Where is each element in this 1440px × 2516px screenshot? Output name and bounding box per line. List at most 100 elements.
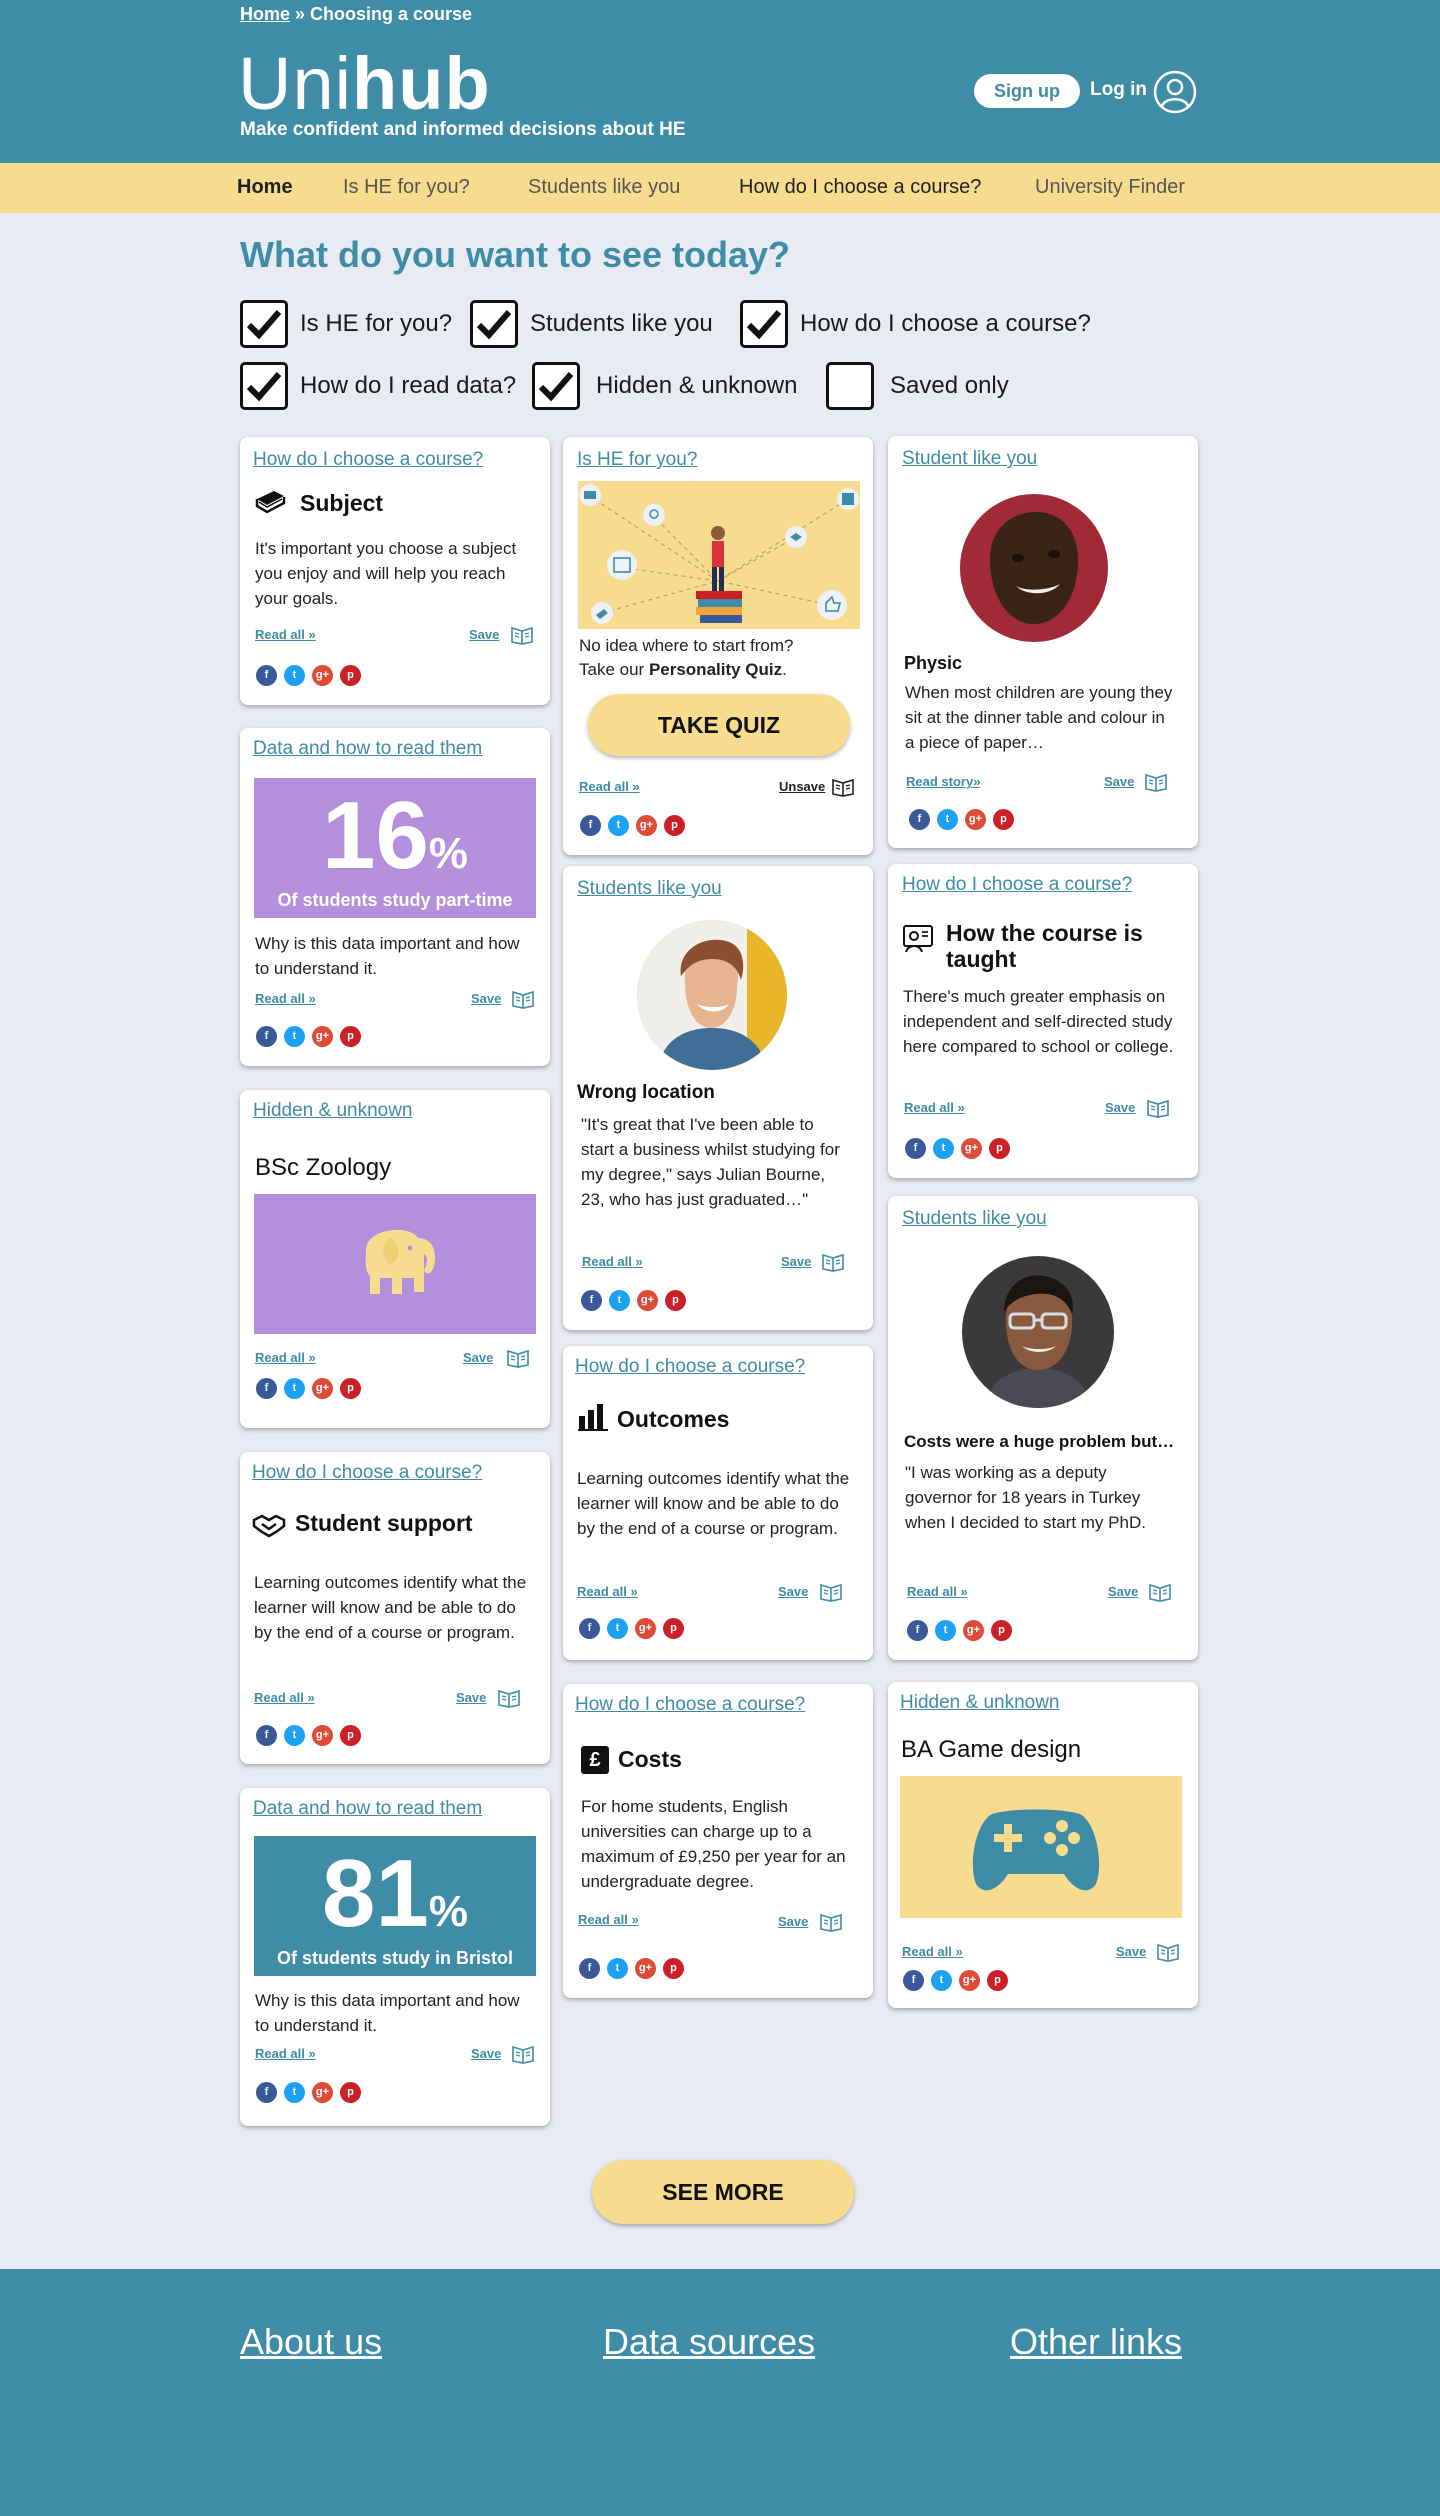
open-book-icon[interactable] <box>1148 1582 1172 1602</box>
twitter-icon[interactable]: t <box>607 1958 628 1979</box>
google-plus-icon[interactable]: g+ <box>312 1378 333 1399</box>
pinterest-icon[interactable]: p <box>665 1290 686 1311</box>
pinterest-icon[interactable]: p <box>340 1378 361 1399</box>
open-book-icon[interactable] <box>511 989 535 1009</box>
save-link[interactable]: Save <box>469 627 499 642</box>
read-all-link[interactable]: Read all » <box>907 1584 968 1599</box>
save-link[interactable]: Save <box>1116 1944 1146 1959</box>
pinterest-icon[interactable]: p <box>991 1620 1012 1641</box>
pinterest-icon[interactable]: p <box>664 815 685 836</box>
read-all-link[interactable]: Read all » <box>577 1584 638 1599</box>
checkbox[interactable] <box>240 362 288 410</box>
card-category-link[interactable]: How do I choose a course? <box>575 1694 805 1716</box>
footer-data-sources-link[interactable]: Data sources <box>603 2321 815 2363</box>
card-category-link[interactable]: Student like you <box>902 448 1037 470</box>
filter-hidden-unknown[interactable]: Hidden & unknown <box>532 362 797 410</box>
card-category-link[interactable]: Data and how to read them <box>253 1798 482 1820</box>
google-plus-icon[interactable]: g+ <box>312 1026 333 1047</box>
open-book-icon[interactable] <box>497 1688 521 1708</box>
facebook-icon[interactable]: f <box>256 1378 277 1399</box>
open-book-icon[interactable] <box>1144 772 1168 792</box>
twitter-icon[interactable]: t <box>284 1725 305 1746</box>
pinterest-icon[interactable]: p <box>989 1138 1010 1159</box>
google-plus-icon[interactable]: g+ <box>635 1958 656 1979</box>
twitter-icon[interactable]: t <box>284 665 305 686</box>
pinterest-icon[interactable]: p <box>987 1970 1008 1991</box>
open-book-icon[interactable] <box>1156 1942 1180 1962</box>
read-all-link[interactable]: Read all » <box>254 1690 315 1705</box>
card-category-link[interactable]: Is HE for you? <box>577 449 697 471</box>
twitter-icon[interactable]: t <box>608 815 629 836</box>
twitter-icon[interactable]: t <box>933 1138 954 1159</box>
save-link[interactable]: Save <box>471 2046 501 2061</box>
user-account-icon[interactable] <box>1153 70 1197 114</box>
card-category-link[interactable]: Hidden & unknown <box>253 1100 413 1122</box>
card-category-link[interactable]: How do I choose a course? <box>252 1462 482 1484</box>
card-category-link[interactable]: Hidden & unknown <box>900 1692 1060 1714</box>
twitter-icon[interactable]: t <box>935 1620 956 1641</box>
read-all-link[interactable]: Read all » <box>579 779 640 794</box>
filter-saved-only[interactable]: Saved only <box>826 362 1009 410</box>
breadcrumb-home-link[interactable]: Home <box>240 4 290 24</box>
google-plus-icon[interactable]: g+ <box>637 1290 658 1311</box>
read-all-link[interactable]: Read all » <box>904 1100 965 1115</box>
twitter-icon[interactable]: t <box>937 809 958 830</box>
filter-how-choose-course[interactable]: How do I choose a course? <box>740 300 1091 348</box>
sign-up-button[interactable]: Sign up <box>974 74 1080 108</box>
twitter-icon[interactable]: t <box>284 1026 305 1047</box>
pinterest-icon[interactable]: p <box>663 1958 684 1979</box>
google-plus-icon[interactable]: g+ <box>312 665 333 686</box>
open-book-icon[interactable] <box>506 1348 530 1368</box>
card-category-link[interactable]: How do I choose a course? <box>902 874 1132 896</box>
read-all-link[interactable]: Read all » <box>255 1350 316 1365</box>
twitter-icon[interactable]: t <box>607 1618 628 1639</box>
google-plus-icon[interactable]: g+ <box>965 809 986 830</box>
pinterest-icon[interactable]: p <box>340 2082 361 2103</box>
save-link[interactable]: Save <box>463 1350 493 1365</box>
open-book-icon[interactable] <box>821 1252 845 1272</box>
read-all-link[interactable]: Read all » <box>902 1944 963 1959</box>
save-link[interactable]: Save <box>471 991 501 1006</box>
open-book-icon[interactable] <box>511 2044 535 2064</box>
facebook-icon[interactable]: f <box>905 1138 926 1159</box>
google-plus-icon[interactable]: g+ <box>312 1725 333 1746</box>
facebook-icon[interactable]: f <box>580 815 601 836</box>
twitter-icon[interactable]: t <box>609 1290 630 1311</box>
filter-students-like-you[interactable]: Students like you <box>470 300 713 348</box>
google-plus-icon[interactable]: g+ <box>959 1970 980 1991</box>
filter-how-read-data[interactable]: How do I read data? <box>240 362 516 410</box>
pinterest-icon[interactable]: p <box>993 809 1014 830</box>
open-book-icon[interactable] <box>819 1582 843 1602</box>
pinterest-icon[interactable]: p <box>340 1725 361 1746</box>
checkbox[interactable] <box>470 300 518 348</box>
nav-home[interactable]: Home <box>237 176 293 199</box>
pinterest-icon[interactable]: p <box>663 1618 684 1639</box>
open-book-icon[interactable] <box>831 777 855 797</box>
save-link[interactable]: Save <box>781 1254 811 1269</box>
footer-about-us-link[interactable]: About us <box>240 2321 382 2363</box>
open-book-icon[interactable] <box>510 625 534 645</box>
unsave-link[interactable]: Unsave <box>779 779 825 794</box>
nav-how-choose-course[interactable]: How do I choose a course? <box>739 176 981 199</box>
twitter-icon[interactable]: t <box>284 1378 305 1399</box>
facebook-icon[interactable]: f <box>256 1725 277 1746</box>
google-plus-icon[interactable]: g+ <box>312 2082 333 2103</box>
save-link[interactable]: Save <box>1108 1584 1138 1599</box>
card-category-link[interactable]: Students like you <box>902 1208 1047 1230</box>
see-more-button[interactable]: SEE MORE <box>592 2160 854 2224</box>
site-logo[interactable]: Unihub <box>238 44 491 124</box>
read-story-link[interactable]: Read story» <box>906 774 980 789</box>
footer-other-links-link[interactable]: Other links <box>1010 2321 1182 2363</box>
read-all-link[interactable]: Read all » <box>255 991 316 1006</box>
save-link[interactable]: Save <box>1105 1100 1135 1115</box>
facebook-icon[interactable]: f <box>581 1290 602 1311</box>
read-all-link[interactable]: Read all » <box>255 627 316 642</box>
facebook-icon[interactable]: f <box>909 809 930 830</box>
filter-is-he-for-you[interactable]: Is HE for you? <box>240 300 452 348</box>
twitter-icon[interactable]: t <box>284 2082 305 2103</box>
facebook-icon[interactable]: f <box>256 2082 277 2103</box>
facebook-icon[interactable]: f <box>256 665 277 686</box>
read-all-link[interactable]: Read all » <box>578 1912 639 1927</box>
save-link[interactable]: Save <box>778 1914 808 1929</box>
open-book-icon[interactable] <box>1146 1098 1170 1118</box>
